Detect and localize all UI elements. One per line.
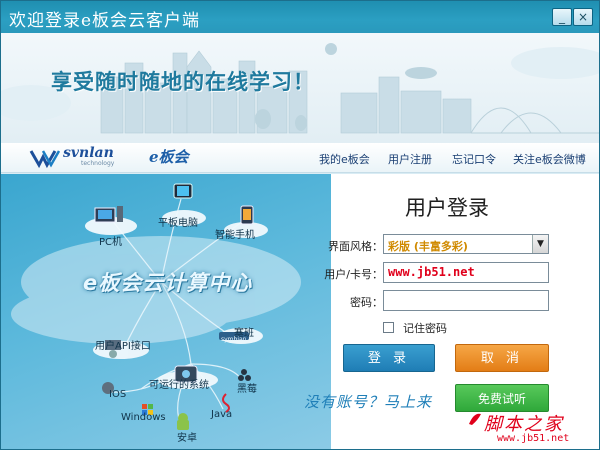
- chevron-down-icon[interactable]: ▼: [532, 235, 548, 253]
- nav-forgot-password[interactable]: 忘记口令: [452, 151, 496, 167]
- minimize-button[interactable]: _: [552, 8, 572, 26]
- style-label: 界面风格：: [328, 240, 383, 253]
- watermark-url: www.jb51.net: [497, 433, 570, 444]
- banner: 享受随时随地的在线学习！: [1, 33, 599, 143]
- node-label-android: 安卓: [177, 433, 197, 444]
- no-account-prompt: 没有账号？马上来: [304, 393, 433, 411]
- nav-register[interactable]: 用户注册: [388, 151, 432, 167]
- banner-slogan: 享受随时随地的在线学习！: [51, 69, 315, 94]
- style-select-value: 彩版 (丰富多彩): [388, 240, 468, 253]
- title-bar[interactable]: 欢迎登录e板会云客户端 _ ×: [1, 1, 599, 33]
- svnlan-logo-subtitle: technology: [81, 160, 115, 167]
- node-label-running-system: 可运行的系统: [149, 380, 209, 391]
- node-label-tablet: 平板电脑: [158, 218, 198, 229]
- watermark-logo-icon: [469, 413, 481, 425]
- svnlan-logo-text: svnlan: [63, 145, 114, 161]
- navigation-bar: svnlan technology e板会 我的e板会 用户注册 忘记口令 关注…: [1, 143, 599, 173]
- login-title: 用户登录: [405, 196, 489, 220]
- nav-follow-weibo[interactable]: 关注e板会微博: [513, 151, 586, 167]
- close-button[interactable]: ×: [573, 8, 593, 26]
- cloud-center-title: e板会云计算中心: [83, 271, 253, 295]
- login-button[interactable]: 登 录: [343, 344, 435, 372]
- tablet-icon: [173, 183, 193, 199]
- login-window: 欢迎登录e板会云客户端 _ × 享受随时随地的在线学习！ svnlan tech…: [0, 0, 600, 450]
- eban-logo: e板会: [149, 148, 189, 166]
- window-title: 欢迎登录e板会云客户端: [9, 11, 201, 31]
- node-label-smartphone: 智能手机: [215, 230, 255, 241]
- password-label: 密码：: [350, 296, 383, 309]
- cancel-button[interactable]: 取 消: [455, 344, 549, 372]
- pc-icon: [94, 206, 123, 223]
- android-icon: [177, 413, 189, 430]
- smartphone-icon: [240, 205, 254, 225]
- free-trial-button[interactable]: 免费试听: [455, 384, 549, 412]
- password-input[interactable]: [383, 290, 549, 311]
- symbian-badge-text: symbian: [221, 336, 247, 343]
- remember-password-checkbox[interactable]: [383, 322, 394, 333]
- username-input[interactable]: www.jb51.net: [383, 262, 549, 283]
- username-label: 用户/卡号：: [324, 268, 383, 281]
- node-label-pc: PC机: [99, 237, 123, 248]
- style-select[interactable]: 彩版 (丰富多彩) ▼: [383, 234, 549, 254]
- node-label-api: 用户API接口: [95, 341, 151, 352]
- cloud-network-illustration: e板会云计算中心 平板电脑 PC机 智能手机 用户API接口 塞班 可运行的系统…: [1, 174, 331, 449]
- node-label-blackberry: 黑莓: [237, 384, 257, 395]
- node-label-ios: IOS: [109, 389, 127, 400]
- node-label-java: Java: [211, 409, 233, 420]
- nav-my-eban[interactable]: 我的e板会: [319, 151, 370, 167]
- remember-password-label[interactable]: 记住密码: [403, 320, 447, 336]
- node-label-windows: Windows: [121, 412, 166, 423]
